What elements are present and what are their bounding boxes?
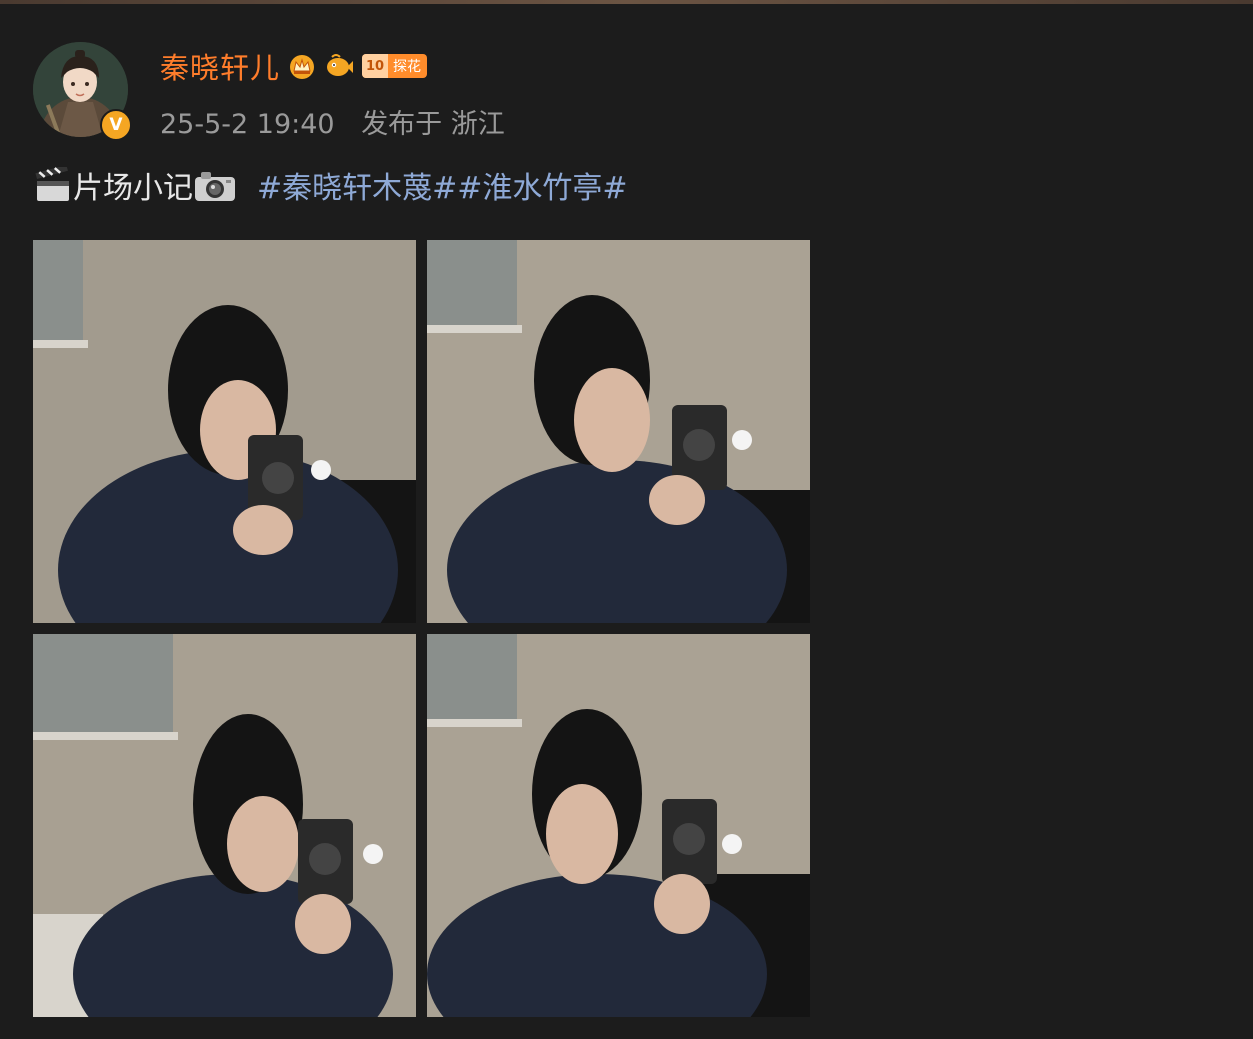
topic-link-2[interactable]: #淮水竹亭#: [457, 163, 627, 207]
username[interactable]: 秦晓轩儿: [160, 45, 280, 87]
photo-2[interactable]: [427, 240, 810, 623]
level-badge[interactable]: 10 探花: [362, 54, 428, 78]
name-row: 秦晓轩儿 10 探花: [160, 45, 428, 87]
post-timestamp[interactable]: 25-5-2 19:40: [160, 109, 335, 140]
post-meta: 25-5-2 19:40 发布于 浙江: [160, 102, 505, 141]
verified-badge-icon: V: [100, 109, 132, 141]
content-text: 片场小记: [73, 171, 193, 206]
level-number: 10: [362, 54, 389, 78]
photo-3[interactable]: [33, 634, 416, 1017]
camera-icon: [193, 167, 237, 203]
fish-badge-icon[interactable]: [324, 53, 354, 79]
photo-4[interactable]: [427, 634, 810, 1017]
topic-link-1[interactable]: #秦晓轩木蔑#: [257, 163, 457, 207]
post-content: 片场小记 #秦晓轩木蔑# #淮水竹亭#: [33, 163, 628, 207]
level-label: 探花: [393, 59, 422, 75]
weibo-post: V 秦晓轩儿 10 探花 25-5-2 19:40 发布于 浙江 片场小记 #秦…: [0, 0, 1253, 1039]
photo-1[interactable]: [33, 240, 416, 623]
clapperboard-icon: [33, 167, 73, 203]
post-location: 发布于 浙江: [361, 109, 505, 140]
crown-badge-icon[interactable]: [288, 53, 316, 79]
